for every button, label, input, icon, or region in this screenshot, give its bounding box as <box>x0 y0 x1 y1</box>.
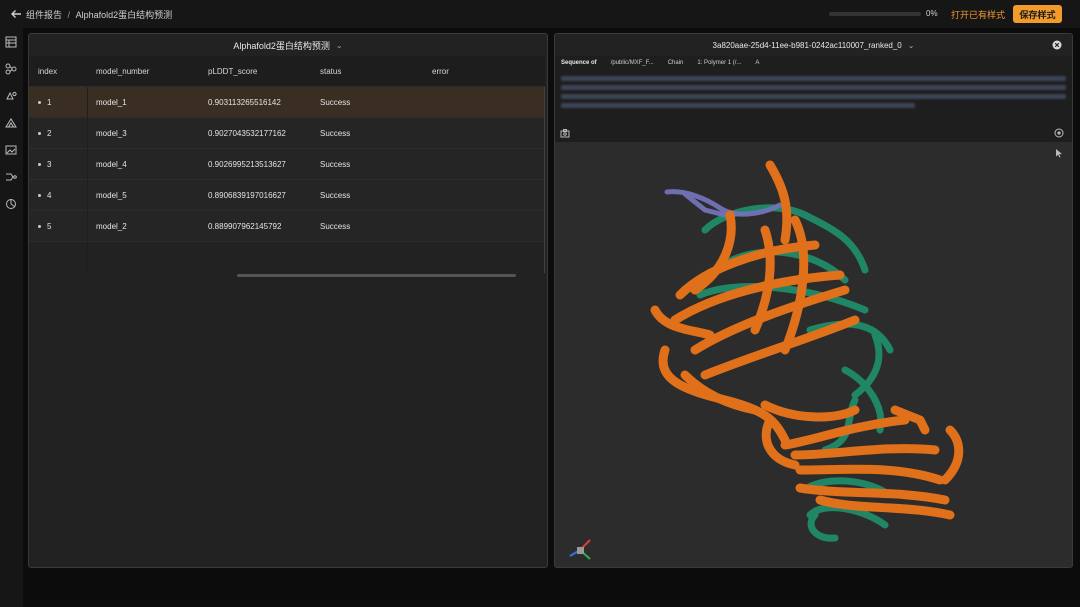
chart-pie-icon[interactable] <box>5 198 17 210</box>
chain-label: Chain <box>667 60 684 66</box>
sequence-residues[interactable] <box>561 85 1066 90</box>
cell-index: 5 <box>29 222 87 231</box>
row-dot-icon <box>38 224 41 228</box>
row-dot-icon <box>38 131 41 135</box>
sidebar <box>0 28 23 607</box>
chevron-down-icon[interactable]: ⌄ <box>908 41 915 50</box>
close-icon[interactable] <box>1052 40 1062 50</box>
row-dot-icon <box>38 162 41 166</box>
cell-plddt-score: 0.903113265516142 <box>208 97 281 107</box>
cell-model-number: model_3 <box>96 128 127 138</box>
table-header-row: index model_number pLDDT_score status er… <box>29 56 545 87</box>
row-dot-icon <box>38 100 41 104</box>
cell-status: Success <box>320 190 351 200</box>
table-icon[interactable] <box>5 36 17 48</box>
table-panel-title-text: Alphafold2蛋白结构预测 <box>233 40 330 51</box>
cell-model-number: model_5 <box>96 190 127 200</box>
table-panel-title[interactable]: Alphafold2蛋白结构预测 ⌄ <box>29 34 547 56</box>
column-header-status[interactable]: status <box>311 67 423 76</box>
table-vertical-scrollbar[interactable] <box>544 87 545 273</box>
column-header-model-number[interactable]: model_number <box>87 67 199 76</box>
column-header-index[interactable]: index <box>29 67 87 76</box>
table-row[interactable]: 2 model_3 0.9027043532177162 Success <box>29 118 545 149</box>
cell-index: 4 <box>29 191 87 200</box>
cell-status: Success <box>320 97 351 107</box>
structure-viewer-panel: 3a820aae-25d4-11ee-b981-0242ac110007_ran… <box>554 33 1073 568</box>
top-bar: 组件报告 / Alphafold2蛋白结构预测 0% 打开已有样式 保存样式 <box>0 0 1080 28</box>
progress-text: 0% <box>926 9 938 18</box>
structure-icon[interactable] <box>5 117 17 129</box>
workflow-icon[interactable] <box>5 171 17 183</box>
molecule-icon[interactable] <box>5 90 17 102</box>
save-styles-button[interactable]: 保存样式 <box>1013 5 1062 23</box>
cell-index: 3 <box>29 160 87 169</box>
column-header-plddt-score[interactable]: pLDDT_score <box>199 67 311 76</box>
sequence-residues[interactable] <box>561 103 915 108</box>
image-icon[interactable] <box>5 144 17 156</box>
table-row[interactable]: 1 model_1 0.903113265516142 Success <box>29 87 545 118</box>
sequence-label: Sequence of <box>561 60 597 66</box>
sequence-residues[interactable] <box>561 94 1066 99</box>
back-arrow-icon[interactable] <box>9 7 23 21</box>
cell-model-number: model_1 <box>96 97 127 107</box>
progress-bar <box>829 12 921 16</box>
table-horizontal-scrollbar[interactable] <box>237 274 516 277</box>
breadcrumb-current: Alphafold2蛋白结构预测 <box>75 10 173 20</box>
cell-index: 2 <box>29 129 87 138</box>
cell-plddt-score: 0.9026995213513627 <box>208 159 286 169</box>
viewer-panel-title[interactable]: 3a820aae-25d4-11ee-b981-0242ac110007_ran… <box>555 34 1072 56</box>
breadcrumb: 组件报告 / Alphafold2蛋白结构预测 <box>26 8 172 21</box>
cell-status: Success <box>320 159 351 169</box>
molecule-3d-viewer[interactable] <box>555 120 1073 568</box>
polymer-select[interactable]: 1: Polymer 1 (/... <box>697 60 741 66</box>
viewer-panel-title-text: 3a820aae-25d4-11ee-b981-0242ac110007_ran… <box>712 40 902 50</box>
cell-plddt-score: 0.889907962145792 <box>208 221 282 231</box>
chevron-down-icon[interactable]: ⌄ <box>336 41 343 50</box>
nodes-icon[interactable] <box>5 63 17 75</box>
cell-status: Success <box>320 128 351 138</box>
protein-chain-purple-tail <box>664 189 783 218</box>
table-row[interactable]: 5 model_2 0.889907962145792 Success <box>29 211 545 242</box>
axes-gizmo-icon <box>569 539 591 560</box>
open-existing-styles-link[interactable]: 打开已有样式 <box>951 8 1005 21</box>
protein-ribbon-render[interactable] <box>555 120 1073 568</box>
cell-plddt-score: 0.8906839197016627 <box>208 190 286 200</box>
table-row[interactable]: 3 model_4 0.9026995213513627 Success <box>29 149 545 180</box>
results-table-panel: Alphafold2蛋白结构预测 ⌄ index model_number pL… <box>28 33 548 568</box>
breadcrumb-separator: / <box>67 10 71 20</box>
results-table: index model_number pLDDT_score status er… <box>29 56 545 242</box>
column-header-error[interactable]: error <box>423 67 535 76</box>
table-row[interactable]: 4 model_5 0.8906839197016627 Success <box>29 180 545 211</box>
chain-value-select[interactable]: A <box>755 60 759 66</box>
sequence-source-select[interactable]: /public/MXF_F... <box>611 60 654 66</box>
cell-model-number: model_4 <box>96 159 127 169</box>
row-dot-icon <box>38 193 41 197</box>
column-divider <box>87 87 88 273</box>
sequence-residues[interactable] <box>561 76 1066 81</box>
cell-plddt-score: 0.9027043532177162 <box>208 128 286 138</box>
cell-status: Success <box>320 221 351 231</box>
breadcrumb-parent[interactable]: 组件报告 <box>26 10 62 20</box>
cell-index: 1 <box>29 98 87 107</box>
sequence-controls: Sequence of /public/MXF_F... Chain 1: Po… <box>561 60 773 66</box>
cell-model-number: model_2 <box>96 221 127 231</box>
